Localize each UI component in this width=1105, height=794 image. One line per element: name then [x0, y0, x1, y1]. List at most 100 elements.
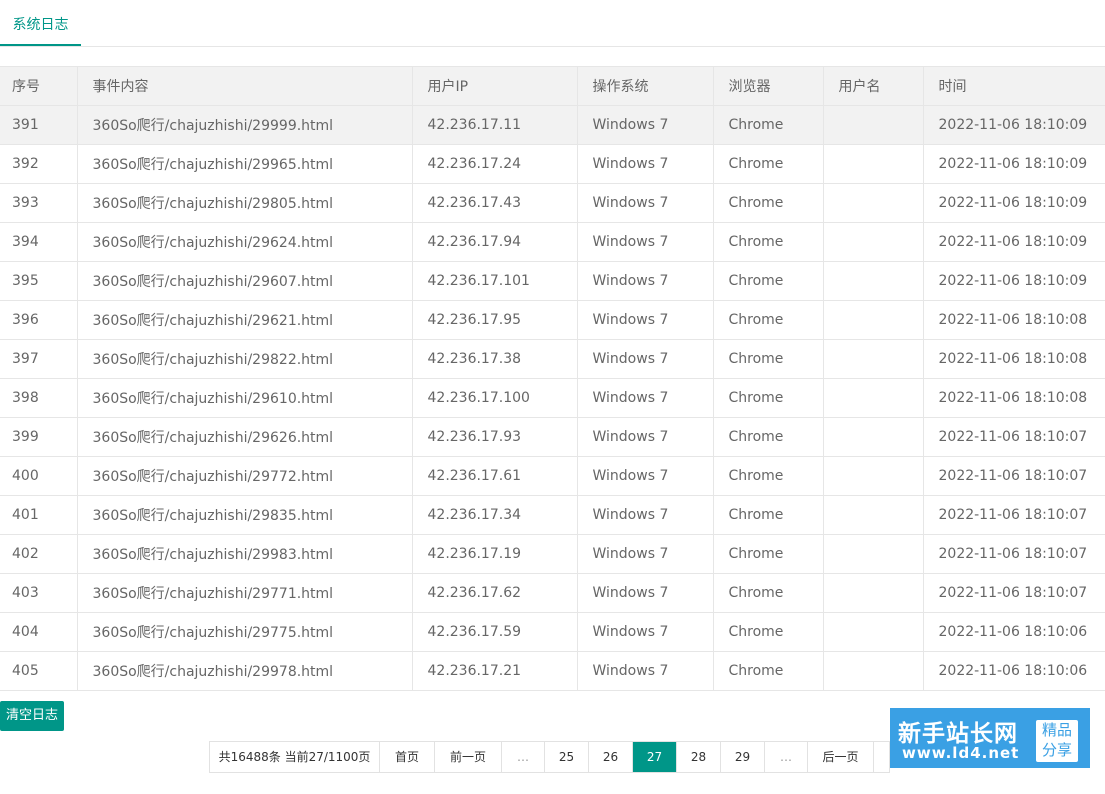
cell-username — [822, 495, 924, 535]
watermark-badge: 精品 分享 — [1036, 720, 1078, 762]
page-link-25[interactable]: 25 — [545, 742, 589, 772]
page-link-current[interactable]: 27 — [633, 742, 677, 772]
cell-event: 360So爬行/chajuzhishi/29775.html — [76, 612, 413, 652]
header-event: 事件内容 — [76, 66, 413, 106]
cell-time: 2022-11-06 18:10:08 — [922, 339, 1105, 379]
cell-username — [822, 105, 924, 145]
header-ip: 用户IP — [411, 66, 578, 106]
cell-browser: Chrome — [712, 456, 824, 496]
table-row: 403 360So爬行/chajuzhishi/29771.html 42.236.… — [0, 573, 1105, 613]
cell-event: 360So爬行/chajuzhishi/29965.html — [76, 144, 413, 184]
cell-browser: Chrome — [712, 105, 824, 145]
watermark-badge-line1: 精品 — [1041, 721, 1072, 739]
watermark-badge-line2: 分享 — [1041, 741, 1072, 759]
table-row: 402 360So爬行/chajuzhishi/29983.html 42.236.… — [0, 534, 1105, 574]
cell-index: 397 — [0, 339, 78, 379]
pagination-ellipsis-left: … — [502, 742, 545, 772]
cell-event: 360So爬行/chajuzhishi/29771.html — [76, 573, 413, 613]
tab-system-log[interactable]: 系统日志 — [0, 0, 81, 46]
table-row: 391 360So爬行/chajuzhishi/29999.html 42.236.… — [0, 105, 1105, 145]
table-row: 397 360So爬行/chajuzhishi/29822.html 42.236.… — [0, 339, 1105, 379]
cell-username — [822, 612, 924, 652]
cell-browser: Chrome — [712, 144, 824, 184]
first-page-link[interactable]: 首页 — [380, 742, 435, 772]
table-row: 394 360So爬行/chajuzhishi/29624.html 42.236.… — [0, 222, 1105, 262]
cell-ip: 42.236.17.21 — [411, 651, 578, 691]
cell-event: 360So爬行/chajuzhishi/29624.html — [76, 222, 413, 262]
cell-ip: 42.236.17.93 — [411, 417, 578, 457]
pagination: 共16488条 当前27/1100页 首页 前一页 … 25 26 27 28 … — [209, 741, 890, 773]
clear-log-button[interactable]: 清空日志 — [0, 701, 64, 731]
cell-event: 360So爬行/chajuzhishi/29621.html — [76, 300, 413, 340]
watermark-title: 新手站长网 — [898, 721, 1018, 747]
cell-os: Windows 7 — [576, 417, 714, 457]
table-row: 401 360So爬行/chajuzhishi/29835.html 42.236.… — [0, 495, 1105, 535]
cell-os: Windows 7 — [576, 222, 714, 262]
table-body: 391 360So爬行/chajuzhishi/29999.html 42.236.… — [0, 105, 1105, 691]
table-row: 392 360So爬行/chajuzhishi/29965.html 42.236.… — [0, 144, 1105, 184]
cell-username — [822, 144, 924, 184]
cell-time: 2022-11-06 18:10:09 — [922, 222, 1105, 262]
table-header-row: 序号 事件内容 用户IP 操作系统 浏览器 用户名 时间 — [0, 66, 1105, 106]
table-row: 395 360So爬行/chajuzhishi/29607.html 42.236.… — [0, 261, 1105, 301]
cell-browser: Chrome — [712, 300, 824, 340]
cell-time: 2022-11-06 18:10:09 — [922, 105, 1105, 145]
cell-browser: Chrome — [712, 222, 824, 262]
cell-ip: 42.236.17.43 — [411, 183, 578, 223]
cell-username — [822, 300, 924, 340]
cell-event: 360So爬行/chajuzhishi/29999.html — [76, 105, 413, 145]
header-browser: 浏览器 — [712, 66, 824, 106]
cell-browser: Chrome — [712, 378, 824, 418]
cell-os: Windows 7 — [576, 300, 714, 340]
cell-username — [822, 339, 924, 379]
cell-browser: Chrome — [712, 417, 824, 457]
cell-index: 392 — [0, 144, 78, 184]
table-row: 404 360So爬行/chajuzhishi/29775.html 42.236.… — [0, 612, 1105, 652]
cell-ip: 42.236.17.62 — [411, 573, 578, 613]
cell-ip: 42.236.17.19 — [411, 534, 578, 574]
page-link-26[interactable]: 26 — [589, 742, 633, 772]
cell-time: 2022-11-06 18:10:06 — [922, 612, 1105, 652]
cell-time: 2022-11-06 18:10:07 — [922, 417, 1105, 457]
cell-index: 395 — [0, 261, 78, 301]
cell-os: Windows 7 — [576, 105, 714, 145]
cell-browser: Chrome — [712, 534, 824, 574]
page-link-28[interactable]: 28 — [677, 742, 721, 772]
cell-os: Windows 7 — [576, 651, 714, 691]
cell-time: 2022-11-06 18:10:08 — [922, 378, 1105, 418]
cell-event: 360So爬行/chajuzhishi/29822.html — [76, 339, 413, 379]
cell-time: 2022-11-06 18:10:07 — [922, 495, 1105, 535]
cell-username — [822, 378, 924, 418]
cell-index: 396 — [0, 300, 78, 340]
cell-index: 402 — [0, 534, 78, 574]
cell-event: 360So爬行/chajuzhishi/29626.html — [76, 417, 413, 457]
cell-os: Windows 7 — [576, 612, 714, 652]
log-table: 序号 事件内容 用户IP 操作系统 浏览器 用户名 时间 391 360So爬行/… — [0, 66, 1105, 691]
cell-index: 405 — [0, 651, 78, 691]
prev-page-link[interactable]: 前一页 — [435, 742, 502, 772]
cell-username — [822, 456, 924, 496]
cell-browser: Chrome — [712, 495, 824, 535]
cell-time: 2022-11-06 18:10:09 — [922, 261, 1105, 301]
table-row: 399 360So爬行/chajuzhishi/29626.html 42.236.… — [0, 417, 1105, 457]
cell-ip: 42.236.17.101 — [411, 261, 578, 301]
table-row: 398 360So爬行/chajuzhishi/29610.html 42.236.… — [0, 378, 1105, 418]
cell-username — [822, 534, 924, 574]
cell-ip: 42.236.17.61 — [411, 456, 578, 496]
cell-time: 2022-11-06 18:10:07 — [922, 456, 1105, 496]
watermark-logo: 新手站长网 www.ld4.net 精品 分享 — [890, 708, 1090, 768]
pagination-ellipsis-right: … — [765, 742, 808, 772]
page-link-29[interactable]: 29 — [721, 742, 765, 772]
cell-event: 360So爬行/chajuzhishi/29805.html — [76, 183, 413, 223]
cell-index: 391 — [0, 105, 78, 145]
cell-os: Windows 7 — [576, 573, 714, 613]
cell-time: 2022-11-06 18:10:09 — [922, 144, 1105, 184]
cell-event: 360So爬行/chajuzhishi/29983.html — [76, 534, 413, 574]
cell-ip: 42.236.17.34 — [411, 495, 578, 535]
next-page-link[interactable]: 后一页 — [808, 742, 874, 772]
tab-bar: 系统日志 — [0, 0, 1105, 47]
table-row: 400 360So爬行/chajuzhishi/29772.html 42.236.… — [0, 456, 1105, 496]
cell-username — [822, 651, 924, 691]
last-page-link[interactable] — [874, 742, 889, 772]
table-row: 405 360So爬行/chajuzhishi/29978.html 42.236.… — [0, 651, 1105, 691]
